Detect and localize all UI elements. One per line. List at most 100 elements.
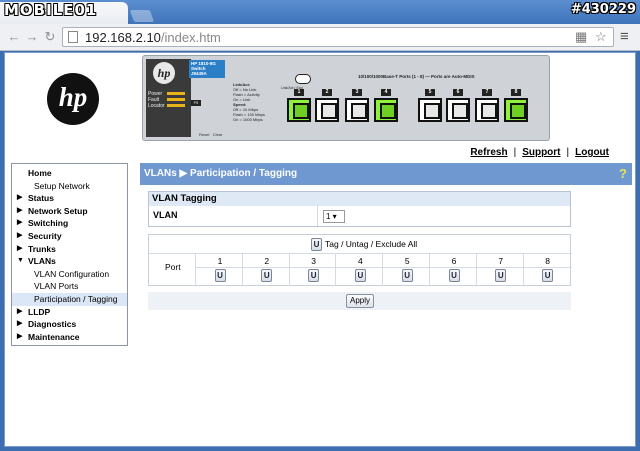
port-column-7: 7U: [478, 254, 524, 286]
apply-button[interactable]: Apply: [346, 294, 374, 308]
ethernet-port-icon: [287, 98, 311, 122]
menu-icon[interactable]: ≡: [620, 28, 629, 45]
port-number: 2: [264, 256, 270, 266]
tag-all-button[interactable]: U: [311, 238, 322, 252]
sidebar-nav: Home Setup Network ▶ Status ▶ Network Setup ▶ S…: [11, 163, 128, 346]
port-tag-button[interactable]: U: [401, 269, 413, 282]
port-column-1: 1U: [197, 254, 243, 286]
sidebar-item-label: Diagnostics: [28, 319, 77, 330]
port-tag-button[interactable]: U: [495, 269, 507, 282]
refresh-link[interactable]: Refresh: [470, 147, 507, 158]
switch-port-number: 6: [453, 89, 463, 96]
collapsed-arrow-icon: ▶: [17, 206, 23, 214]
expanded-arrow-icon: ▼: [17, 257, 24, 265]
collapsed-arrow-icon: ▶: [17, 320, 23, 328]
apply-row: Apply: [148, 292, 571, 310]
collapsed-arrow-icon: ▶: [17, 194, 23, 202]
reload-icon[interactable]: ↻: [42, 29, 58, 45]
help-icon[interactable]: ?: [616, 166, 630, 182]
switch-port-6[interactable]: 6: [445, 89, 471, 123]
support-link[interactable]: Support: [522, 147, 560, 158]
switch-front-panel: hp Power Fault Locator HP 1810-8G Switch…: [142, 55, 550, 141]
hp-logo: hp: [47, 73, 99, 125]
sidebar-item-label: Security: [28, 230, 62, 241]
port-tag-button[interactable]: U: [354, 269, 366, 282]
sidebar-item-diagnostics[interactable]: ▶ Diagnostics: [12, 318, 127, 331]
port-tag-button[interactable]: U: [308, 269, 320, 282]
port-tag-button[interactable]: U: [261, 269, 273, 282]
sidebar-item-label: Maintenance: [28, 331, 80, 342]
port-column-5: 5U: [384, 254, 430, 286]
switch-port-3[interactable]: 3: [344, 89, 370, 123]
logout-link[interactable]: Logout: [575, 147, 609, 158]
sidebar-item-label: VLAN Configuration: [34, 268, 110, 279]
switch-model-label: HP 1810-8G Switch J9449A: [189, 60, 225, 78]
sidebar-item-setup-network[interactable]: Setup Network: [12, 180, 127, 193]
switch-port-number: 7: [482, 89, 492, 96]
switch-status-panel: hp Power Fault Locator: [146, 59, 191, 137]
sidebar-item-participation-tagging[interactable]: Participation / Tagging: [12, 292, 127, 306]
switch-port-number: 1: [294, 89, 304, 96]
switch-port-8[interactable]: 8: [503, 89, 529, 123]
sidebar-item-maintenance[interactable]: ▶ Maintenance: [12, 331, 127, 344]
switch-port-number: 4: [381, 89, 391, 96]
address-bar[interactable]: 192.168.2.10/index.htm ▦ ☆: [62, 27, 614, 47]
translate-icon[interactable]: ▦: [575, 29, 587, 45]
sidebar-item-vlan-ports[interactable]: VLAN Ports: [12, 280, 127, 293]
switch-port-1[interactable]: 1: [286, 89, 312, 123]
ports-title: 10/100/1000Base-T Ports (1 - 8) — Ports …: [358, 74, 475, 79]
watermark-post-id: #430229: [570, 2, 636, 17]
ethernet-port-icon: [374, 98, 398, 122]
sidebar-item-network-setup[interactable]: ▶ Network Setup: [12, 205, 127, 218]
sidebar-item-trunks[interactable]: ▶ Trunks: [12, 243, 127, 256]
sidebar-item-label: Participation / Tagging: [34, 293, 118, 304]
forward-icon[interactable]: →: [24, 29, 40, 45]
port-column-2: 2U: [244, 254, 290, 286]
sidebar-item-label: Trunks: [28, 243, 56, 254]
port-label: Port: [165, 262, 181, 272]
vlan-label: VLAN: [153, 210, 178, 220]
ethernet-port-icon: [345, 98, 369, 122]
browser-title-bar: 1810-8G MOBILE01 #430229: [0, 0, 640, 24]
ethernet-port-icon: [418, 98, 442, 122]
sidebar-item-vlans[interactable]: ▼ VLANs: [12, 255, 127, 268]
collapsed-arrow-icon: ▶: [17, 219, 23, 227]
switch-port-number: 5: [425, 89, 435, 96]
bookmark-star-icon[interactable]: ☆: [595, 29, 607, 45]
port-column-4: 4U: [337, 254, 383, 286]
reset-clear-labels: Reset Clear: [199, 132, 223, 137]
switch-port-7[interactable]: 7: [474, 89, 500, 123]
sidebar-item-home[interactable]: Home: [12, 167, 127, 180]
ethernet-port-icon: [315, 98, 339, 122]
locator-led: Locator: [148, 103, 188, 109]
switch-port-5[interactable]: 5: [417, 89, 443, 123]
ps-label: PS: [191, 100, 201, 106]
port-tag-button[interactable]: U: [214, 269, 226, 282]
sidebar-item-security[interactable]: ▶ Security: [12, 230, 127, 243]
sidebar-item-lldp[interactable]: ▶ LLDP: [12, 306, 127, 319]
sidebar-item-vlan-configuration[interactable]: VLAN Configuration: [12, 268, 127, 281]
back-icon[interactable]: ←: [6, 29, 22, 45]
port-tag-button[interactable]: U: [542, 269, 554, 282]
switch-hp-logo: hp: [153, 62, 175, 84]
switch-port-number: 8: [511, 89, 521, 96]
url-text: 192.168.2.10/index.htm: [85, 30, 221, 45]
console-port-icon: [295, 74, 311, 84]
switch-port-2[interactable]: 2: [314, 89, 340, 123]
sidebar-item-label: VLANs: [28, 256, 56, 267]
page-viewport: hp hp Power Fault Locator HP 1810-8G Swi…: [4, 52, 636, 447]
switch-port-number: 2: [322, 89, 332, 96]
port-number: 8: [545, 256, 550, 266]
collapsed-arrow-icon: ▶: [17, 231, 23, 239]
port-tag-button[interactable]: U: [448, 269, 460, 282]
new-tab-button[interactable]: [129, 10, 155, 22]
switch-port-4[interactable]: 4: [373, 89, 399, 123]
vlan-select[interactable]: 1 ▾: [323, 210, 345, 223]
sidebar-item-switching[interactable]: ▶ Switching: [12, 217, 127, 230]
sidebar-item-label: Network Setup: [28, 205, 88, 216]
sidebar-item-label: Setup Network: [34, 180, 90, 191]
port-number: 5: [404, 256, 410, 266]
page-title: VLANs ▶ Participation / Tagging ?: [140, 163, 632, 185]
switch-port-number: 3: [352, 89, 362, 96]
sidebar-item-status[interactable]: ▶ Status: [12, 192, 127, 205]
